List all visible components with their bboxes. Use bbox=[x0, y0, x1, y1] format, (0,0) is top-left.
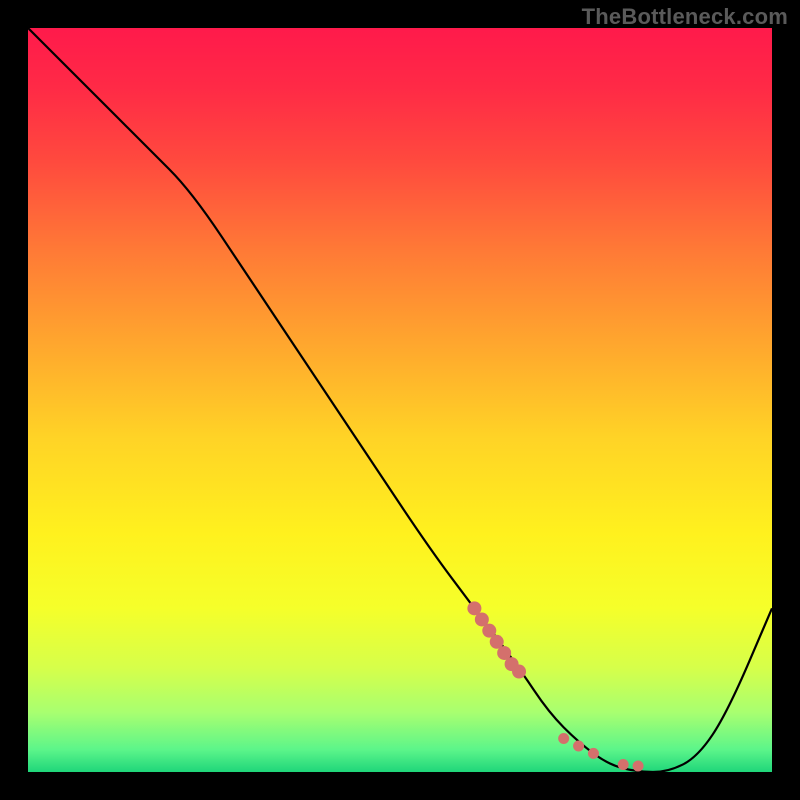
plot-area bbox=[28, 28, 772, 772]
marker-dot bbox=[573, 740, 584, 751]
watermark-text: TheBottleneck.com bbox=[582, 4, 788, 30]
marker-dot bbox=[618, 759, 629, 770]
marker-dot bbox=[588, 748, 599, 759]
chart-svg bbox=[28, 28, 772, 772]
marker-dot bbox=[512, 665, 526, 679]
chart-frame: TheBottleneck.com bbox=[0, 0, 800, 800]
marker-dot bbox=[633, 761, 644, 772]
marker-dot bbox=[558, 733, 569, 744]
